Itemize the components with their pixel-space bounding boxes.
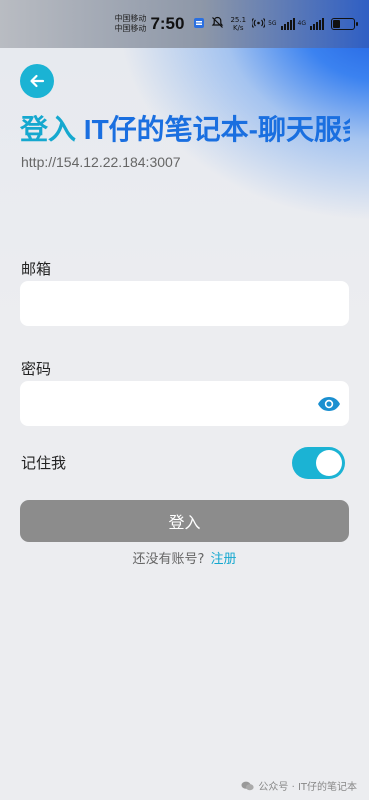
show-password-eye-icon[interactable] — [316, 392, 342, 416]
carrier-1: 中国移动 — [114, 14, 147, 23]
server-url: http://154.12.22.184:3007 — [21, 154, 181, 170]
clock: 7:50 — [150, 14, 185, 33]
speed-unit: K/s — [232, 24, 244, 32]
title-prefix: 登入 — [20, 114, 77, 145]
carrier-info: 中国移动 中国移动 — [114, 14, 146, 34]
battery-icon — [331, 18, 358, 30]
login-button[interactable]: 登入 — [20, 500, 349, 542]
carrier-2: 中国移动 — [114, 24, 147, 33]
signal-4g-icon — [310, 18, 324, 30]
password-field[interactable] — [20, 381, 349, 426]
title-app-name: IT仔的笔记本-聊天服务器 — [83, 114, 350, 145]
net-label-1: 5G — [268, 20, 277, 27]
mute-bell-icon — [211, 16, 224, 32]
register-row: 还没有账号? 注册 — [0, 548, 369, 567]
register-link[interactable]: 注册 — [210, 552, 236, 567]
network-speed: 25.1 K/s — [230, 16, 246, 32]
status-bar: 中国移动 中国移动 7:50 25.1 K/s 5G 4G — [0, 0, 369, 48]
hotspot-icon — [251, 16, 266, 32]
watermark: 公众号 · IT仔的笔记本 — [241, 778, 357, 793]
no-account-text: 还没有账号? — [132, 552, 205, 567]
email-field[interactable] — [20, 281, 349, 326]
remember-me-label: 记住我 — [21, 454, 67, 472]
net-label-2: 4G — [297, 20, 306, 27]
signal-5g-icon — [280, 18, 295, 30]
watermark-text: 公众号 · IT仔的笔记本 — [258, 782, 357, 793]
toggle-knob — [316, 450, 342, 476]
speed-value: 25.1 — [230, 16, 247, 24]
remember-me-toggle[interactable] — [292, 447, 345, 479]
back-button[interactable] — [20, 64, 54, 98]
email-label: 邮箱 — [21, 260, 52, 278]
password-label: 密码 — [21, 360, 52, 378]
wechat-icon — [241, 781, 255, 791]
arrow-left-icon — [30, 74, 45, 88]
page-title: 登入 IT仔的笔记本-聊天服务器 — [20, 108, 350, 152]
app-notification-icon — [193, 17, 205, 32]
